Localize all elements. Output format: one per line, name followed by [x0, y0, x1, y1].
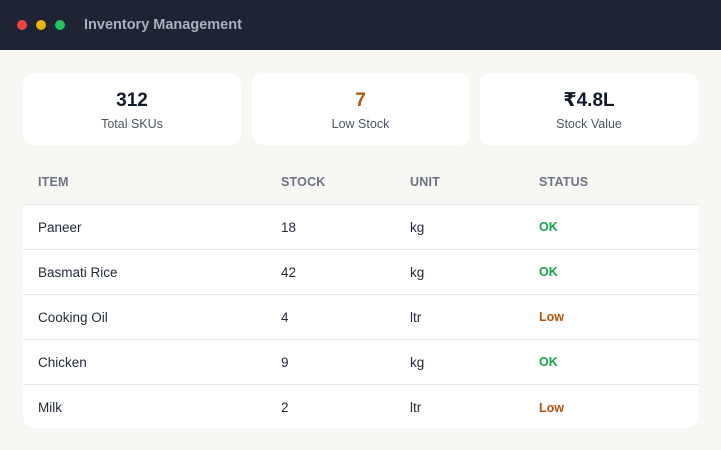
- stock-quantity: 4: [281, 309, 289, 325]
- column-header-item[interactable]: ITEM: [23, 175, 281, 189]
- column-header-stock[interactable]: STOCK: [281, 175, 410, 189]
- stats-cards: 312 Total SKUs 7 Low Stock ₹4.8L Stock V…: [23, 73, 698, 145]
- table-row[interactable]: Chicken 9 kg OK: [23, 340, 698, 385]
- stock-quantity: 9: [281, 354, 289, 370]
- status-badge: OK: [539, 265, 558, 279]
- maximize-window-button[interactable]: [55, 20, 65, 30]
- unit: kg: [410, 264, 425, 280]
- table-header: ITEM STOCK UNIT STATUS: [23, 160, 698, 204]
- stat-card-total-skus: 312 Total SKUs: [23, 73, 241, 145]
- item-name: Cooking Oil: [38, 309, 108, 325]
- close-window-button[interactable]: [17, 20, 27, 30]
- stat-value: 7: [355, 90, 366, 111]
- app-title: Inventory Management: [84, 17, 242, 33]
- stat-value: ₹4.8L: [563, 90, 615, 111]
- status-badge: Low: [539, 400, 564, 415]
- item-name: Chicken: [38, 354, 87, 370]
- inventory-table: Paneer 18 kg OK Basmati Rice 42 kg OK Co…: [23, 204, 698, 428]
- status-badge: OK: [539, 355, 558, 369]
- unit: kg: [410, 219, 425, 235]
- table-row[interactable]: Cooking Oil 4 ltr Low: [23, 295, 698, 340]
- stat-label: Low Stock: [331, 117, 390, 131]
- item-name: Paneer: [38, 219, 82, 235]
- stat-value: 312: [116, 90, 148, 111]
- stock-quantity: 18: [281, 219, 297, 235]
- stock-quantity: 42: [281, 264, 297, 280]
- unit: kg: [410, 354, 425, 370]
- column-header-unit[interactable]: UNIT: [410, 175, 539, 189]
- item-name: Basmati Rice: [38, 264, 118, 280]
- unit: ltr: [410, 309, 422, 325]
- column-header-status[interactable]: STATUS: [539, 175, 698, 189]
- stat-card-stock-value: ₹4.8L Stock Value: [480, 73, 698, 145]
- stat-label: Stock Value: [556, 117, 622, 131]
- table-row[interactable]: Basmati Rice 42 kg OK: [23, 250, 698, 295]
- table-row[interactable]: Milk 2 ltr Low: [23, 385, 698, 428]
- stat-label: Total SKUs: [101, 117, 163, 131]
- minimize-window-button[interactable]: [36, 20, 46, 30]
- unit: ltr: [410, 400, 422, 415]
- status-badge: Low: [539, 310, 564, 324]
- table-row[interactable]: Paneer 18 kg OK: [23, 205, 698, 250]
- stat-card-low-stock: 7 Low Stock: [251, 73, 470, 145]
- stock-quantity: 2: [281, 400, 289, 415]
- item-name: Milk: [38, 400, 62, 415]
- window-titlebar: Inventory Management: [0, 0, 721, 50]
- status-badge: OK: [539, 220, 558, 234]
